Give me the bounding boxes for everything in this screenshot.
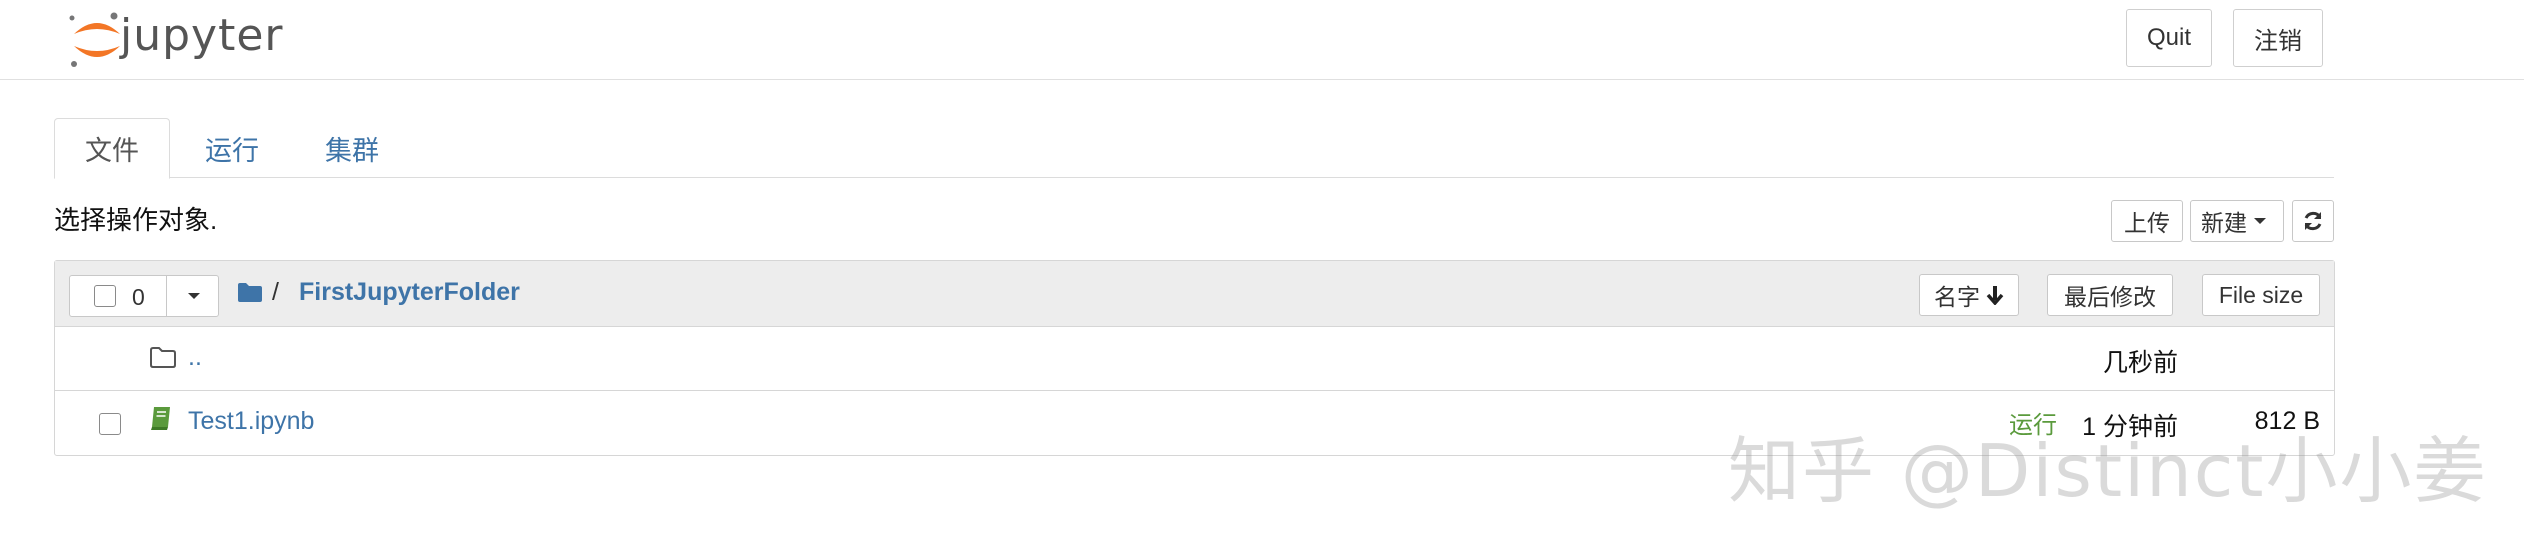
item-name[interactable]: .. — [188, 343, 202, 372]
quit-button[interactable]: Quit — [2126, 9, 2212, 67]
new-label: 新建 — [2201, 210, 2247, 236]
list-item-parent[interactable]: .. 几秒前 — [55, 327, 2334, 391]
arrow-down-icon — [1986, 286, 2004, 305]
tab-running[interactable]: 运行 — [174, 118, 290, 179]
refresh-button[interactable] — [2292, 200, 2334, 242]
logo-text: jupyter — [120, 10, 284, 61]
folder-icon — [238, 283, 262, 302]
upload-button[interactable]: 上传 — [2111, 200, 2183, 242]
item-name[interactable]: Test1.ipynb — [188, 407, 314, 436]
select-all-group: 0 — [69, 275, 219, 317]
watermark: 知乎 @Distinct小小姜 — [1728, 429, 2488, 513]
logout-button[interactable]: 注销 — [2233, 9, 2323, 67]
select-instructions: 选择操作对象. — [54, 205, 218, 235]
breadcrumb-separator: / — [272, 278, 279, 306]
new-dropdown-button[interactable]: 新建 — [2190, 200, 2284, 242]
sort-by-size-button[interactable]: File size — [2202, 274, 2320, 316]
sort-name-label: 名字 — [1934, 284, 1980, 310]
select-all-checkbox[interactable] — [94, 285, 116, 307]
tab-bar: 文件 运行 集群 — [54, 118, 2334, 179]
sort-by-modified-button[interactable]: 最后修改 — [2047, 274, 2173, 316]
breadcrumb-folder[interactable]: FirstJupyterFolder — [299, 278, 520, 307]
notebook-icon — [151, 407, 170, 430]
file-list-header: 0 / FirstJupyterFolder 名字 最后修改 File size — [55, 261, 2334, 327]
header: jupyter Quit 注销 — [0, 0, 2524, 80]
item-modified: 几秒前 — [2102, 349, 2178, 377]
folder-icon — [150, 347, 176, 368]
sort-by-name-button[interactable]: 名字 — [1919, 274, 2019, 316]
select-menu-button[interactable] — [167, 276, 220, 316]
item-checkbox[interactable] — [99, 413, 121, 435]
tab-files[interactable]: 文件 — [54, 118, 170, 179]
selected-count: 0 — [132, 284, 145, 310]
refresh-icon — [2304, 211, 2322, 231]
caret-down-icon — [187, 293, 200, 299]
tab-clusters[interactable]: 集群 — [294, 118, 410, 179]
jupyter-logo[interactable]: jupyter — [62, 6, 292, 70]
caret-down-icon — [2254, 218, 2266, 224]
